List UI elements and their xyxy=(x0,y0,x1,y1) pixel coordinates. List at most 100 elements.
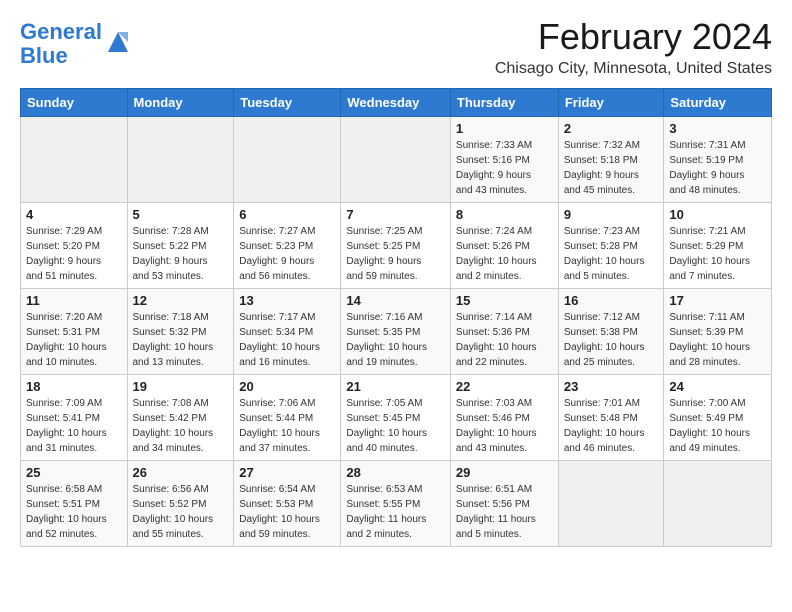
calendar-cell: 13 Sunrise: 7:17 AM Sunset: 5:34 PM Dayli… xyxy=(234,289,341,375)
day-number: 22 xyxy=(456,379,553,394)
day-info: Sunrise: 6:53 AM Sunset: 5:55 PM Dayligh… xyxy=(346,482,445,542)
calendar-cell: 9 Sunrise: 7:23 AM Sunset: 5:28 PM Daylig… xyxy=(558,203,664,289)
day-number: 12 xyxy=(133,293,229,308)
calendar-cell: 23 Sunrise: 7:01 AM Sunset: 5:48 PM Dayli… xyxy=(558,375,664,461)
calendar-cell: 4 Sunrise: 7:29 AM Sunset: 5:20 PM Daylig… xyxy=(21,203,128,289)
day-info: Sunrise: 6:54 AM Sunset: 5:53 PM Dayligh… xyxy=(239,482,335,542)
day-info: Sunrise: 7:18 AM Sunset: 5:32 PM Dayligh… xyxy=(133,310,229,370)
day-info: Sunrise: 7:27 AM Sunset: 5:23 PM Dayligh… xyxy=(239,224,335,284)
day-number: 10 xyxy=(669,207,766,222)
day-number: 2 xyxy=(564,121,659,136)
day-number: 14 xyxy=(346,293,445,308)
calendar-cell: 7 Sunrise: 7:25 AM Sunset: 5:25 PM Daylig… xyxy=(341,203,451,289)
calendar-cell: 28 Sunrise: 6:53 AM Sunset: 5:55 PM Dayli… xyxy=(341,461,451,547)
header-monday: Monday xyxy=(127,89,234,117)
day-number: 7 xyxy=(346,207,445,222)
header-tuesday: Tuesday xyxy=(234,89,341,117)
day-number: 8 xyxy=(456,207,553,222)
day-number: 3 xyxy=(669,121,766,136)
day-info: Sunrise: 7:29 AM Sunset: 5:20 PM Dayligh… xyxy=(26,224,122,284)
day-info: Sunrise: 7:23 AM Sunset: 5:28 PM Dayligh… xyxy=(564,224,659,284)
day-info: Sunrise: 7:33 AM Sunset: 5:16 PM Dayligh… xyxy=(456,138,553,198)
calendar-cell: 26 Sunrise: 6:56 AM Sunset: 5:52 PM Dayli… xyxy=(127,461,234,547)
day-number: 18 xyxy=(26,379,122,394)
day-info: Sunrise: 6:58 AM Sunset: 5:51 PM Dayligh… xyxy=(26,482,122,542)
logo-text: General Blue xyxy=(20,20,102,68)
calendar-cell: 8 Sunrise: 7:24 AM Sunset: 5:26 PM Daylig… xyxy=(450,203,558,289)
calendar-cell: 15Sunrise: 7:14 AM Sunset: 5:36 PM Dayli… xyxy=(450,289,558,375)
calendar-cell: 24 Sunrise: 7:00 AM Sunset: 5:49 PM Dayli… xyxy=(664,375,772,461)
day-info: Sunrise: 7:09 AM Sunset: 5:41 PM Dayligh… xyxy=(26,396,122,456)
calendar-cell: 18 Sunrise: 7:09 AM Sunset: 5:41 PM Dayli… xyxy=(21,375,128,461)
day-number: 23 xyxy=(564,379,659,394)
calendar-cell xyxy=(127,117,234,203)
day-number: 27 xyxy=(239,465,335,480)
day-info: Sunrise: 7:31 AM Sunset: 5:19 PM Dayligh… xyxy=(669,138,766,198)
day-number: 19 xyxy=(133,379,229,394)
calendar-cell: 17 Sunrise: 7:11 AM Sunset: 5:39 PM Dayli… xyxy=(664,289,772,375)
day-number: 5 xyxy=(133,207,229,222)
day-info: Sunrise: 7:32 AM Sunset: 5:18 PM Dayligh… xyxy=(564,138,659,198)
day-number: 25 xyxy=(26,465,122,480)
day-info: Sunrise: 7:11 AM Sunset: 5:39 PM Dayligh… xyxy=(669,310,766,370)
calendar-cell xyxy=(341,117,451,203)
header-thursday: Thursday xyxy=(450,89,558,117)
calendar-cell: 20Sunrise: 7:06 AM Sunset: 5:44 PM Dayli… xyxy=(234,375,341,461)
day-number: 24 xyxy=(669,379,766,394)
day-info: Sunrise: 7:00 AM Sunset: 5:49 PM Dayligh… xyxy=(669,396,766,456)
header-friday: Friday xyxy=(558,89,664,117)
day-info: Sunrise: 7:16 AM Sunset: 5:35 PM Dayligh… xyxy=(346,310,445,370)
calendar-cell: 16Sunrise: 7:12 AM Sunset: 5:38 PM Dayli… xyxy=(558,289,664,375)
calendar-subtitle: Chisago City, Minnesota, United States xyxy=(495,60,772,78)
day-number: 21 xyxy=(346,379,445,394)
day-number: 1 xyxy=(456,121,553,136)
logo-icon xyxy=(104,28,132,56)
calendar-cell: 6 Sunrise: 7:27 AM Sunset: 5:23 PM Daylig… xyxy=(234,203,341,289)
calendar-cell xyxy=(234,117,341,203)
calendar-cell xyxy=(21,117,128,203)
header-wednesday: Wednesday xyxy=(341,89,451,117)
calendar-cell: 1 Sunrise: 7:33 AM Sunset: 5:16 PM Daylig… xyxy=(450,117,558,203)
day-info: Sunrise: 7:08 AM Sunset: 5:42 PM Dayligh… xyxy=(133,396,229,456)
day-info: Sunrise: 7:20 AM Sunset: 5:31 PM Dayligh… xyxy=(26,310,122,370)
day-info: Sunrise: 7:06 AM Sunset: 5:44 PM Dayligh… xyxy=(239,396,335,456)
day-number: 11 xyxy=(26,293,122,308)
calendar-cell xyxy=(558,461,664,547)
calendar-cell: 27 Sunrise: 6:54 AM Sunset: 5:53 PM Dayli… xyxy=(234,461,341,547)
day-number: 4 xyxy=(26,207,122,222)
day-info: Sunrise: 6:51 AM Sunset: 5:56 PM Dayligh… xyxy=(456,482,553,542)
day-number: 17 xyxy=(669,293,766,308)
day-info: Sunrise: 7:01 AM Sunset: 5:48 PM Dayligh… xyxy=(564,396,659,456)
calendar-cell: 2 Sunrise: 7:32 AM Sunset: 5:18 PM Daylig… xyxy=(558,117,664,203)
day-number: 13 xyxy=(239,293,335,308)
day-info: Sunrise: 7:17 AM Sunset: 5:34 PM Dayligh… xyxy=(239,310,335,370)
header-sunday: Sunday xyxy=(21,89,128,117)
day-number: 28 xyxy=(346,465,445,480)
day-number: 6 xyxy=(239,207,335,222)
day-info: Sunrise: 7:25 AM Sunset: 5:25 PM Dayligh… xyxy=(346,224,445,284)
calendar-cell: 3 Sunrise: 7:31 AM Sunset: 5:19 PM Daylig… xyxy=(664,117,772,203)
day-info: Sunrise: 7:28 AM Sunset: 5:22 PM Dayligh… xyxy=(133,224,229,284)
calendar-header: SundayMondayTuesdayWednesdayThursdayFrid… xyxy=(21,89,772,117)
day-info: Sunrise: 7:05 AM Sunset: 5:45 PM Dayligh… xyxy=(346,396,445,456)
day-info: Sunrise: 7:03 AM Sunset: 5:46 PM Dayligh… xyxy=(456,396,553,456)
calendar-cell: 5 Sunrise: 7:28 AM Sunset: 5:22 PM Daylig… xyxy=(127,203,234,289)
logo: General Blue xyxy=(20,20,132,68)
calendar-title: February 2024 xyxy=(495,16,772,58)
day-info: Sunrise: 7:12 AM Sunset: 5:38 PM Dayligh… xyxy=(564,310,659,370)
calendar-cell: 21 Sunrise: 7:05 AM Sunset: 5:45 PM Dayli… xyxy=(341,375,451,461)
page-header: General Blue February 2024 Chisago City,… xyxy=(20,16,772,78)
calendar-cell: 22 Sunrise: 7:03 AM Sunset: 5:46 PM Dayli… xyxy=(450,375,558,461)
calendar-cell xyxy=(664,461,772,547)
day-info: Sunrise: 7:24 AM Sunset: 5:26 PM Dayligh… xyxy=(456,224,553,284)
title-block: February 2024 Chisago City, Minnesota, U… xyxy=(495,16,772,78)
day-number: 9 xyxy=(564,207,659,222)
calendar-cell: 10 Sunrise: 7:21 AM Sunset: 5:29 PM Dayli… xyxy=(664,203,772,289)
calendar-cell: 25 Sunrise: 6:58 AM Sunset: 5:51 PM Dayli… xyxy=(21,461,128,547)
day-info: Sunrise: 6:56 AM Sunset: 5:52 PM Dayligh… xyxy=(133,482,229,542)
calendar-table: SundayMondayTuesdayWednesdayThursdayFrid… xyxy=(20,88,772,547)
day-number: 29 xyxy=(456,465,553,480)
day-info: Sunrise: 7:21 AM Sunset: 5:29 PM Dayligh… xyxy=(669,224,766,284)
day-number: 15 xyxy=(456,293,553,308)
day-number: 26 xyxy=(133,465,229,480)
